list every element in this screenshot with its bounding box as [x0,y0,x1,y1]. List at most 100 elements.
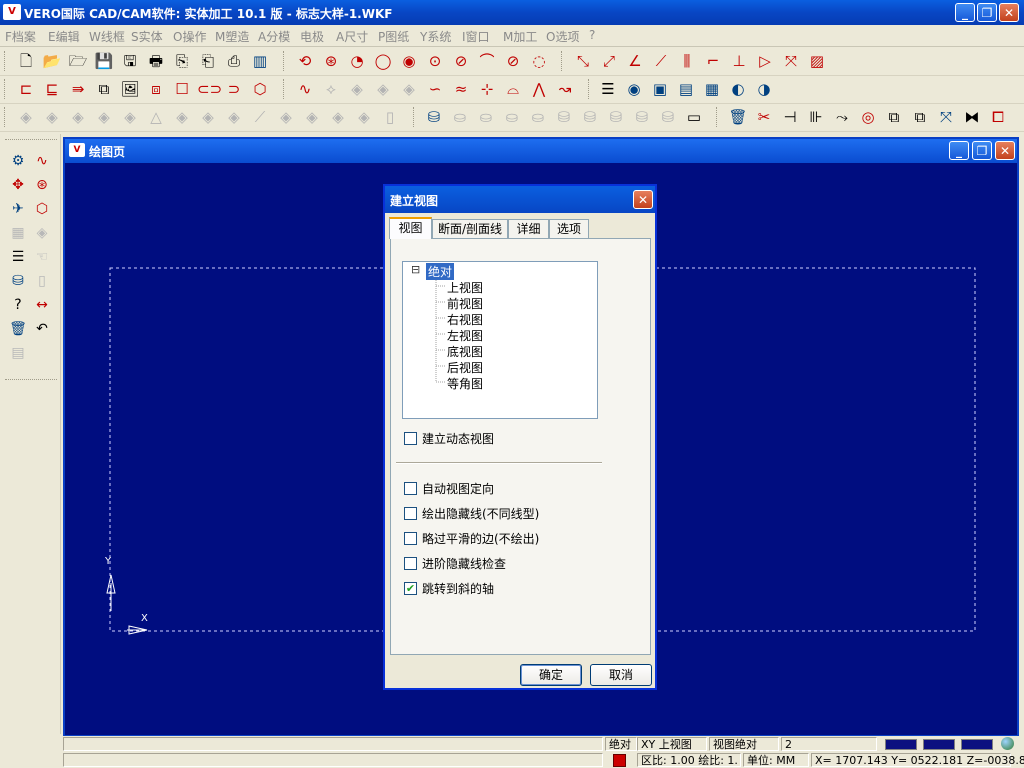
arc-center-icon[interactable]: ◔ [346,50,368,72]
move-icon[interactable]: ⧉ [883,106,905,128]
line-tangent-icon[interactable]: ⟋ [650,50,672,72]
open-file-icon[interactable]: 📂 [41,50,63,72]
line-dashed-icon[interactable]: ⤡ [572,50,594,72]
menu-machining[interactable]: M加工 [503,28,537,45]
arc-3point-icon[interactable]: ⟲ [294,50,316,72]
list-icon[interactable]: ☰ [7,246,29,268]
rectangle-icon[interactable]: ☐ [171,78,193,100]
surface-11-icon[interactable]: ◈ [275,106,297,128]
drawing-minimize-button[interactable]: _ [949,141,969,160]
menu-options[interactable]: O选项 [546,28,579,45]
image-icon[interactable]: 🖼 [119,78,141,100]
restore-button[interactable]: ❐ [977,3,997,22]
tab-view[interactable]: 视图 [389,217,432,239]
circle-center-icon[interactable]: ⊛ [320,50,342,72]
target-icon[interactable]: ◎ [857,106,879,128]
save-icon[interactable]: 💾 [93,50,115,72]
circle-trim-icon[interactable]: ◌ [528,50,550,72]
view-tree[interactable]: ⊟ 绝对 上视图 前视图 右视图 左视图 底视图 后视图 等角图 [402,261,598,419]
profile-icon[interactable]: ⊑ [41,78,63,100]
line-corner-icon[interactable]: ⌐ [702,50,724,72]
menu-edit[interactable]: E编辑 [48,28,80,45]
minimize-button[interactable]: _ [955,3,975,22]
view-eye-icon[interactable]: ◉ [623,78,645,100]
curve-icon[interactable]: ∽ [424,78,446,100]
window-icon[interactable]: ▥ [249,50,271,72]
break-icon[interactable]: ⊣ [779,106,801,128]
arc-fillet-icon[interactable]: ⌒ [476,50,498,72]
surface-14-icon[interactable]: ◈ [353,106,375,128]
drawing-close-button[interactable]: ✕ [995,141,1015,160]
line-angle-icon[interactable]: ∠ [624,50,646,72]
spline-points-icon[interactable]: ◈ [346,78,368,100]
toolbar-grip[interactable] [588,79,592,99]
point-circle-icon[interactable]: ⊛ [31,174,53,196]
cylinder-3-icon[interactable]: ⛀ [501,106,523,128]
line-perpendicular-icon[interactable]: ⊥ [728,50,750,72]
cylinder-6-icon[interactable]: ⛁ [579,106,601,128]
toolbar-grip[interactable] [4,79,8,99]
circle-tangent-icon[interactable]: ◯ [372,50,394,72]
spline-blend-icon[interactable]: ◈ [372,78,394,100]
toolbar-grip[interactable] [413,107,417,127]
jump-to-skew-axis-checkbox[interactable]: ✔ [404,582,417,595]
menu-file[interactable]: F档案 [5,28,36,45]
surface-13-icon[interactable]: ◈ [327,106,349,128]
surface-6-icon[interactable]: △ [145,106,167,128]
dialog-close-button[interactable]: ✕ [633,190,653,209]
surface-9-icon[interactable]: ◈ [223,106,245,128]
curve-zigzag-icon[interactable]: ⋀ [528,78,550,100]
spline-icon[interactable]: ∿ [294,78,316,100]
circle-diameter-icon[interactable]: ⊘ [450,50,472,72]
toolbar-grip[interactable] [561,51,565,71]
import-icon[interactable]: ⎘ [171,50,193,72]
line-arrow-icon[interactable]: ▷ [754,50,776,72]
arc-slot-icon[interactable]: ⊃ [223,78,245,100]
line-bisect-icon[interactable]: ⤧ [780,50,802,72]
color-swatch-3[interactable] [961,739,993,750]
undo-icon[interactable]: ↶ [31,318,53,340]
view-hide-icon[interactable]: ◑ [753,78,775,100]
tree-expander-icon[interactable]: ⊟ [411,263,420,276]
properties-icon[interactable]: ▤ [7,342,29,364]
point-icon[interactable]: ✥ [7,174,29,196]
cylinder-4-icon[interactable]: ⛀ [527,106,549,128]
box-icon[interactable]: ▯ [31,270,53,292]
surface-5-icon[interactable]: ◈ [119,106,141,128]
palette-grip[interactable] [5,139,57,142]
menu-operation[interactable]: O操作 [173,28,206,45]
menu-solid[interactable]: S实体 [131,28,163,45]
circle-3point-icon[interactable]: ◉ [398,50,420,72]
delete-icon[interactable]: 🗑 [7,318,29,340]
curve-trim-icon[interactable]: ⌓ [502,78,524,100]
paint-icon[interactable]: ⛁ [7,270,29,292]
circle-radius-icon[interactable]: ⊙ [424,50,446,72]
skip-smooth-edges-checkbox[interactable] [404,532,417,545]
cylinder-5-icon[interactable]: ⛁ [553,106,575,128]
cylinder-8-icon[interactable]: ⛁ [631,106,653,128]
split-icon[interactable]: ⊪ [805,106,827,128]
print-icon[interactable]: 🖶 [145,50,167,72]
trash-icon[interactable]: 🗑 [727,106,749,128]
line-parallel-icon[interactable]: ⫼ [676,50,698,72]
rotate-icon[interactable]: ⤧ [935,106,957,128]
plot-icon[interactable]: ⎙ [223,50,245,72]
view-show-icon[interactable]: ◐ [727,78,749,100]
polygon-icon[interactable]: ⬡ [249,78,271,100]
menu-parting[interactable]: A分模 [258,28,290,45]
ok-button[interactable]: 确定 [520,664,582,686]
hand-icon[interactable]: ☜ [31,246,53,268]
surface-15-icon[interactable]: ▯ [379,106,401,128]
tree-item-right-view[interactable]: 右视图 [447,311,483,328]
surface-12-icon[interactable]: ◈ [301,106,323,128]
menu-help[interactable]: ? [589,28,595,42]
view-camera-icon[interactable]: ▤ [675,78,697,100]
tree-item-back-view[interactable]: 后视图 [447,359,483,376]
color-swatch-1[interactable] [885,739,917,750]
cylinder-9-icon[interactable]: ⛁ [657,106,679,128]
open-folder-icon[interactable]: 🗁 [67,50,89,72]
tab-options[interactable]: 选项 [549,219,589,238]
view-layers-icon[interactable]: ▦ [701,78,723,100]
tree-item-isometric-view[interactable]: 等角图 [447,375,483,392]
menu-dimension[interactable]: A尺寸 [336,28,368,45]
